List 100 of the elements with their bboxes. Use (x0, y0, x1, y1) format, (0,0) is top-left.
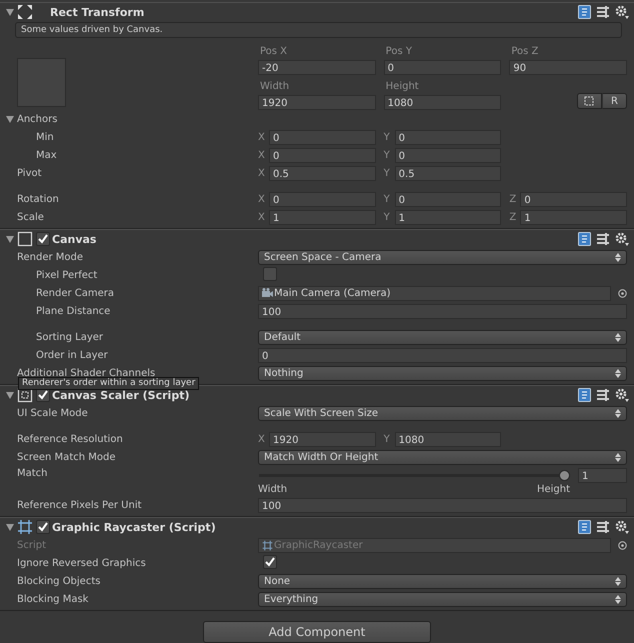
axis-label: X (258, 168, 266, 178)
number-field[interactable]: 1920 (258, 95, 376, 110)
axis-label: X (258, 132, 266, 142)
help-icon[interactable] (578, 232, 591, 246)
fold-icon[interactable] (5, 7, 15, 17)
field-label: Max (36, 150, 57, 160)
dropdown[interactable]: Match Width Or Height (258, 450, 627, 464)
frame-icon (17, 519, 33, 535)
fold-icon[interactable] (5, 114, 15, 124)
field-label: Pos Z (510, 45, 540, 59)
axis-label: Z (509, 212, 518, 222)
raw-edit-button[interactable]: R (602, 93, 627, 109)
field-label: Additional Shader Channels (17, 368, 156, 378)
object-field[interactable]: Main Camera (Camera) (258, 286, 611, 300)
preset-icon[interactable] (596, 5, 610, 19)
number-field[interactable]: 1 (269, 210, 376, 224)
number-field[interactable]: 90 (509, 60, 627, 75)
field-label: Match (17, 468, 48, 479)
number-field[interactable]: 0 (269, 192, 376, 206)
axis-label: Y (384, 132, 391, 142)
number-field[interactable]: 0.5 (269, 166, 376, 180)
number-field[interactable]: 100 (258, 304, 627, 318)
number-field[interactable]: 0 (394, 130, 502, 144)
enable-checkbox[interactable] (36, 520, 50, 534)
settings-icon[interactable] (615, 232, 630, 246)
number-field[interactable]: 1080 (394, 432, 502, 446)
number-field[interactable]: 100 (258, 498, 627, 512)
field-label: Min (36, 132, 54, 142)
enable-checkbox[interactable] (36, 232, 50, 246)
field-label: Rotation (17, 194, 59, 204)
axis-label: Y (384, 434, 391, 444)
dropdown[interactable]: Default (258, 330, 627, 344)
settings-icon[interactable] (615, 4, 630, 20)
component-title: Rect Transform (50, 6, 144, 18)
updown-icon (615, 576, 621, 586)
corners-icon (17, 4, 33, 20)
number-field[interactable]: 1080 (384, 95, 502, 110)
dropdown[interactable]: Nothing (258, 366, 627, 380)
number-field[interactable]: 1 (520, 210, 627, 224)
component-title: Graphic Raycaster (Script) (52, 520, 216, 534)
axis-label: Y (384, 150, 391, 160)
dropdown[interactable]: Screen Space - Camera (258, 250, 627, 264)
field-label: Pos Y (384, 45, 413, 59)
number-field[interactable]: 0 (269, 148, 376, 162)
help-icon[interactable] (578, 5, 591, 19)
updown-icon (615, 368, 621, 378)
help-icon[interactable] (578, 520, 591, 534)
number-field[interactable]: -20 (258, 60, 376, 75)
preset-icon[interactable] (596, 232, 610, 246)
add-component-button[interactable]: Add Component (203, 621, 431, 643)
frame-icon (262, 540, 273, 550)
axis-label: Y (384, 194, 391, 204)
object-picker-icon[interactable] (618, 288, 627, 298)
number-field[interactable]: 0 (520, 192, 627, 206)
dropdown[interactable]: None (258, 574, 627, 588)
preset-icon[interactable] (596, 520, 610, 534)
number-field[interactable]: 1920 (269, 432, 376, 446)
field-label: UI Scale Mode (17, 408, 88, 418)
fold-icon[interactable] (5, 390, 15, 400)
field-label: Anchors (17, 114, 58, 124)
field-label: Ignore Reversed Graphics (17, 558, 146, 568)
slider-thumb[interactable] (559, 470, 570, 481)
updown-icon (615, 252, 621, 262)
dashed-square-icon (584, 96, 594, 106)
field-label: Script (17, 540, 46, 550)
max-label: Height (536, 484, 570, 495)
number-field[interactable]: 0 (258, 348, 627, 362)
field-label: Render Camera (36, 288, 114, 298)
axis-label: X (258, 434, 266, 444)
settings-icon[interactable] (615, 520, 630, 534)
number-field[interactable]: 0 (394, 192, 502, 206)
axis-label: X (258, 150, 266, 160)
field-label: Blocking Objects (17, 576, 100, 586)
checkbox[interactable] (263, 555, 277, 569)
help-icon[interactable] (578, 388, 591, 402)
fold-icon[interactable] (5, 522, 15, 532)
component-title: Canvas Scaler (Script) (52, 388, 190, 402)
object-picker-icon[interactable] (618, 540, 627, 550)
help-box: Some values driven by Canvas. (15, 22, 622, 38)
dropdown[interactable]: Scale With Screen Size (258, 406, 627, 420)
number-field[interactable]: 0 (269, 130, 376, 144)
field-label: Order in Layer (36, 350, 108, 360)
field-label: Reference Pixels Per Unit (17, 500, 142, 510)
checkbox[interactable] (263, 266, 277, 280)
fold-icon[interactable] (5, 234, 15, 244)
field-label: Pixel Perfect (36, 270, 98, 280)
axis-label: Z (509, 194, 518, 204)
settings-icon[interactable] (615, 388, 630, 402)
preset-icon[interactable] (596, 388, 610, 402)
camera-icon (262, 288, 273, 298)
number-field[interactable]: 0.5 (394, 166, 502, 180)
dropdown[interactable]: Everything (258, 592, 627, 606)
number-field[interactable]: 1 (578, 468, 627, 483)
updown-icon (615, 452, 621, 462)
number-field[interactable]: 0 (384, 60, 502, 75)
blueprint-button[interactable] (576, 93, 602, 109)
number-field[interactable]: 0 (394, 148, 502, 162)
dashed-square-icon (17, 387, 33, 403)
field-label: Blocking Mask (17, 594, 88, 604)
number-field[interactable]: 1 (394, 210, 502, 224)
